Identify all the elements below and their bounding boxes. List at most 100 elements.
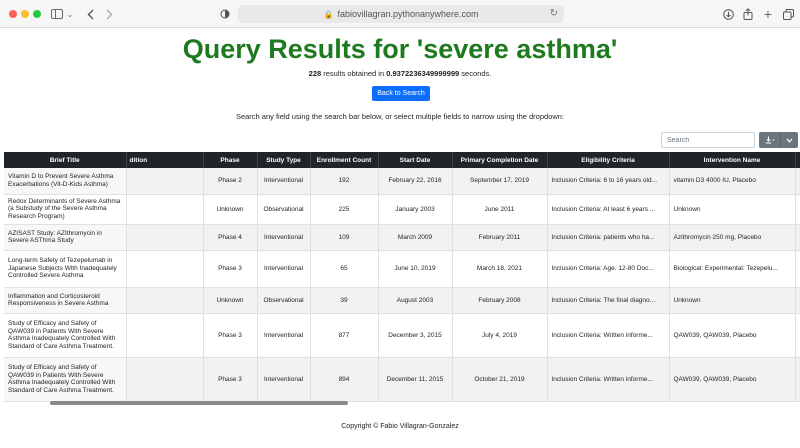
cell-study-type: Observational: [257, 287, 311, 314]
cell-eligibility: Inclusion Criteria: At least 6 years ...: [547, 194, 670, 225]
cell-enrollment: 65: [310, 250, 379, 288]
table-search-input[interactable]: [661, 132, 755, 148]
table-row[interactable]: Long-term Safety of Tezepelumab in Japan…: [4, 250, 800, 288]
browser-toolbar: ⌄ 🔒 fabiovillagran.pythonanywhere.com ↻ …: [0, 0, 800, 28]
reload-icon[interactable]: ↻: [550, 8, 558, 19]
cell-start-date: January 2003: [378, 194, 453, 225]
cell-completion-date: October 21, 2019: [452, 357, 548, 402]
cell-eligibility: Inclusion Criteria: Age. 12-80 Doc...: [547, 250, 670, 288]
cell-study-type: Interventional: [257, 168, 311, 195]
cell-intervention: QAW039, QAW039, Placebo: [669, 357, 796, 402]
sidebar-toggle-icon[interactable]: [50, 6, 64, 22]
table-row[interactable]: Redox Determinants of Severe Asthma (a S…: [4, 194, 800, 225]
cell-brief-title: AZISAST Study: AZIthromycin in Severe AS…: [4, 224, 127, 251]
cell-completion-date: February 2008: [452, 287, 548, 314]
chevron-down-icon: [786, 138, 793, 143]
cell-start-date: February 22, 2016: [378, 168, 453, 195]
back-to-search-button[interactable]: Back to Search: [372, 86, 430, 101]
cell-completion-date: June 2011: [452, 194, 548, 225]
results-count: 228: [308, 69, 322, 78]
columns-dropdown-button[interactable]: [780, 132, 798, 148]
col-header-eligibility-criteria[interactable]: Eligibility Criteria: [547, 152, 670, 168]
page-title: Query Results for 'severe asthma': [182, 34, 618, 64]
col-header-next[interactable]: [795, 152, 800, 168]
cell-condition: [126, 287, 204, 314]
cell-condition: [126, 194, 204, 225]
cell-enrollment: 192: [310, 168, 379, 195]
chevron-down-icon[interactable]: ⌄: [66, 6, 74, 22]
results-table-container[interactable]: Brief Title dition Phase Study Type Enro…: [4, 152, 800, 406]
cell-intervention: QAW039, QAW039, Placebo: [669, 313, 796, 358]
download-icon: [765, 136, 775, 144]
cell-eligibility: Inclusion Criteria: The final diagno...: [547, 287, 670, 314]
address-bar[interactable]: 🔒 fabiovillagran.pythonanywhere.com ↻: [238, 5, 564, 23]
cell-completion-date: March 18, 2021: [452, 250, 548, 288]
cell-eligibility: Inclusion Criteria: patients who ha...: [547, 224, 670, 251]
cell-phase: Phase 2: [203, 168, 258, 195]
privacy-shield-icon[interactable]: [219, 6, 231, 22]
table-row[interactable]: Study of Efficacy and Safety of QAW039 i…: [4, 357, 800, 402]
col-header-study-type[interactable]: Study Type: [257, 152, 311, 168]
forward-arrow-icon[interactable]: [104, 6, 114, 22]
cell-start-date: March 2009: [378, 224, 453, 251]
table-row[interactable]: Inflammation and Corticosteroid Responsi…: [4, 287, 800, 314]
table-row[interactable]: Study of Efficacy and Safety of QAW039 i…: [4, 313, 800, 358]
cell-study-type: Interventional: [257, 313, 311, 358]
cell-study-type: Interventional: [257, 224, 311, 251]
cell-phase: Phase 3: [203, 357, 258, 402]
cell-brief-title: Study of Efficacy and Safety of QAW039 i…: [4, 313, 127, 358]
col-header-phase[interactable]: Phase: [203, 152, 258, 168]
horizontal-scrollbar[interactable]: [50, 401, 348, 405]
col-header-primary-completion-date[interactable]: Primary Completion Date: [452, 152, 548, 168]
cell-completion-date: September 17, 2019: [452, 168, 548, 195]
table-row[interactable]: Vitamin D to Prevent Severe Asthma Exace…: [4, 168, 800, 195]
close-window-button[interactable]: [9, 10, 17, 18]
table-row[interactable]: AZISAST Study: AZIthromycin in Severe AS…: [4, 224, 800, 251]
url-text: fabiovillagran.pythonanywhere.com: [337, 9, 479, 19]
cell-study-type: Interventional: [257, 250, 311, 288]
cell-completion-date: July 4, 2019: [452, 313, 548, 358]
cell-brief-title: Study of Efficacy and Safety of QAW039 i…: [4, 357, 127, 402]
col-header-brief-title[interactable]: Brief Title: [4, 152, 127, 168]
cell-condition: [126, 168, 204, 195]
minimize-window-button[interactable]: [21, 10, 29, 18]
zoom-window-button[interactable]: [33, 10, 41, 18]
cell-intervention: Azithromycin 250 mg, Placebo: [669, 224, 796, 251]
cell-intervention: vitamin D3 4000 IU, Placebo: [669, 168, 796, 195]
downloads-icon[interactable]: [722, 6, 734, 22]
cell-phase: Phase 3: [203, 313, 258, 358]
cell-next: I: [795, 313, 800, 358]
cell-brief-title: Redox Determinants of Severe Asthma (a S…: [4, 194, 127, 225]
cell-condition: [126, 250, 204, 288]
footer-copyright: Copyright © Fabio Villagran-Gonzalez: [341, 423, 459, 430]
results-mid-text: results obtained in: [321, 69, 387, 78]
cell-enrollment: 894: [310, 357, 379, 402]
lock-icon: 🔒: [323, 9, 334, 19]
col-header-condition[interactable]: dition: [126, 152, 204, 168]
new-tab-icon[interactable]: +: [762, 6, 774, 22]
results-tail-text: seconds.: [459, 69, 492, 78]
cell-phase: Unknown: [203, 194, 258, 225]
cell-brief-title: Inflammation and Corticosteroid Responsi…: [4, 287, 127, 314]
cell-start-date: December 11, 2015: [378, 357, 453, 402]
cell-next: I: [795, 168, 800, 195]
cell-next: I: [795, 250, 800, 288]
cell-intervention: Unknown: [669, 194, 796, 225]
col-header-start-date[interactable]: Start Date: [378, 152, 453, 168]
cell-condition: [126, 357, 204, 402]
share-icon[interactable]: [742, 6, 754, 22]
cell-brief-title: Long-term Safety of Tezepelumab in Japan…: [4, 250, 127, 288]
cell-eligibility: Inclusion Criteria: 6 to 16 years old...: [547, 168, 670, 195]
cell-next: U: [795, 194, 800, 225]
cell-next: I: [795, 224, 800, 251]
cell-eligibility: Inclusion Criteria: Written informe...: [547, 357, 670, 402]
cell-phase: Phase 4: [203, 224, 258, 251]
cell-brief-title: Vitamin D to Prevent Severe Asthma Exace…: [4, 168, 127, 195]
col-header-enrollment-count[interactable]: Enrollment Count: [310, 152, 379, 168]
cell-completion-date: February 2011: [452, 224, 548, 251]
tab-overview-icon[interactable]: [782, 6, 794, 22]
export-dropdown-button[interactable]: [759, 132, 780, 148]
col-header-intervention-name[interactable]: Intervention Name: [669, 152, 796, 168]
search-hint: Search any field using the search bar be…: [235, 112, 565, 121]
back-arrow-icon[interactable]: [85, 6, 95, 22]
